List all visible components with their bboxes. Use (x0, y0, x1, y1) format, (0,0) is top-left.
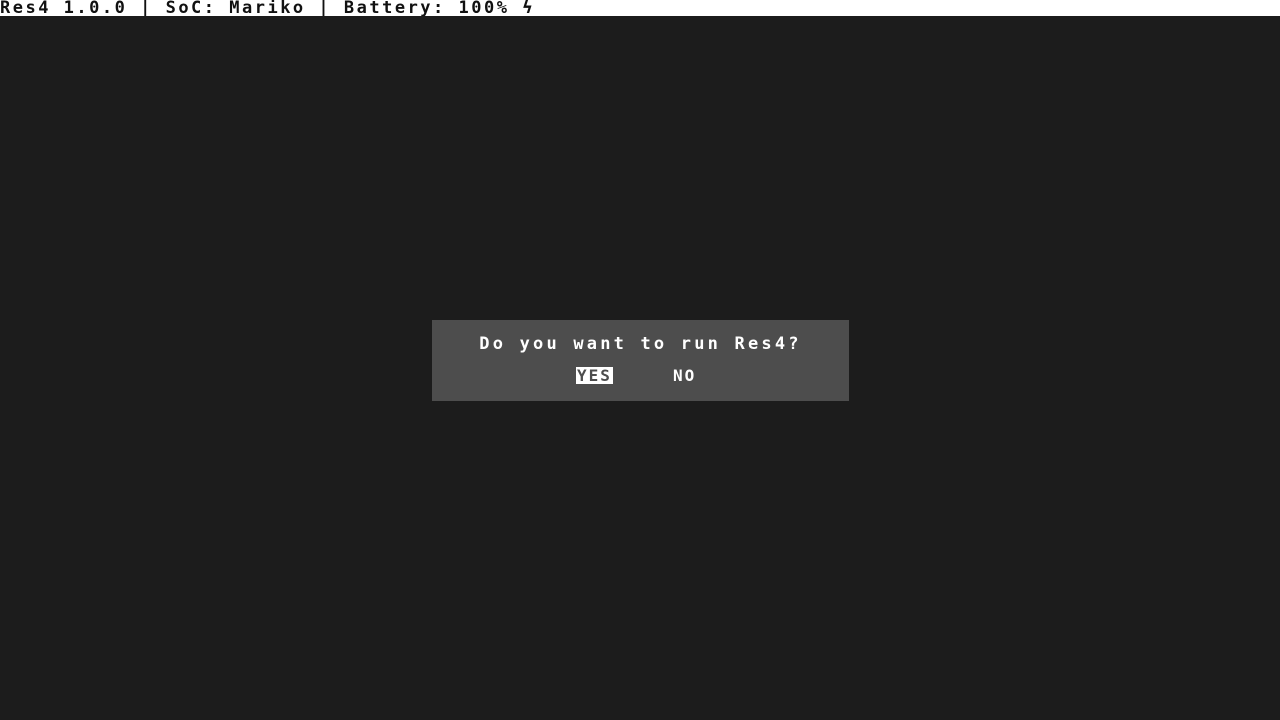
soc-label: SoC: Mariko (165, 0, 306, 16)
yes-button[interactable]: YES (576, 367, 613, 384)
app-version-label: Res4 1.0.0 (0, 0, 128, 16)
lightning-bolt-icon: ϟ (522, 0, 535, 16)
status-separator: | (305, 0, 344, 16)
no-button[interactable]: NO (673, 367, 696, 384)
battery-label: Battery: 100% (343, 0, 510, 16)
status-separator: | (127, 0, 166, 16)
confirm-dialog: Do you want to run Res4? YES NO (432, 320, 849, 401)
dialog-question: Do you want to run Res4? (479, 334, 802, 354)
status-bar: Res4 1.0.0 | SoC: Mariko | Battery: 100%… (0, 0, 1280, 16)
